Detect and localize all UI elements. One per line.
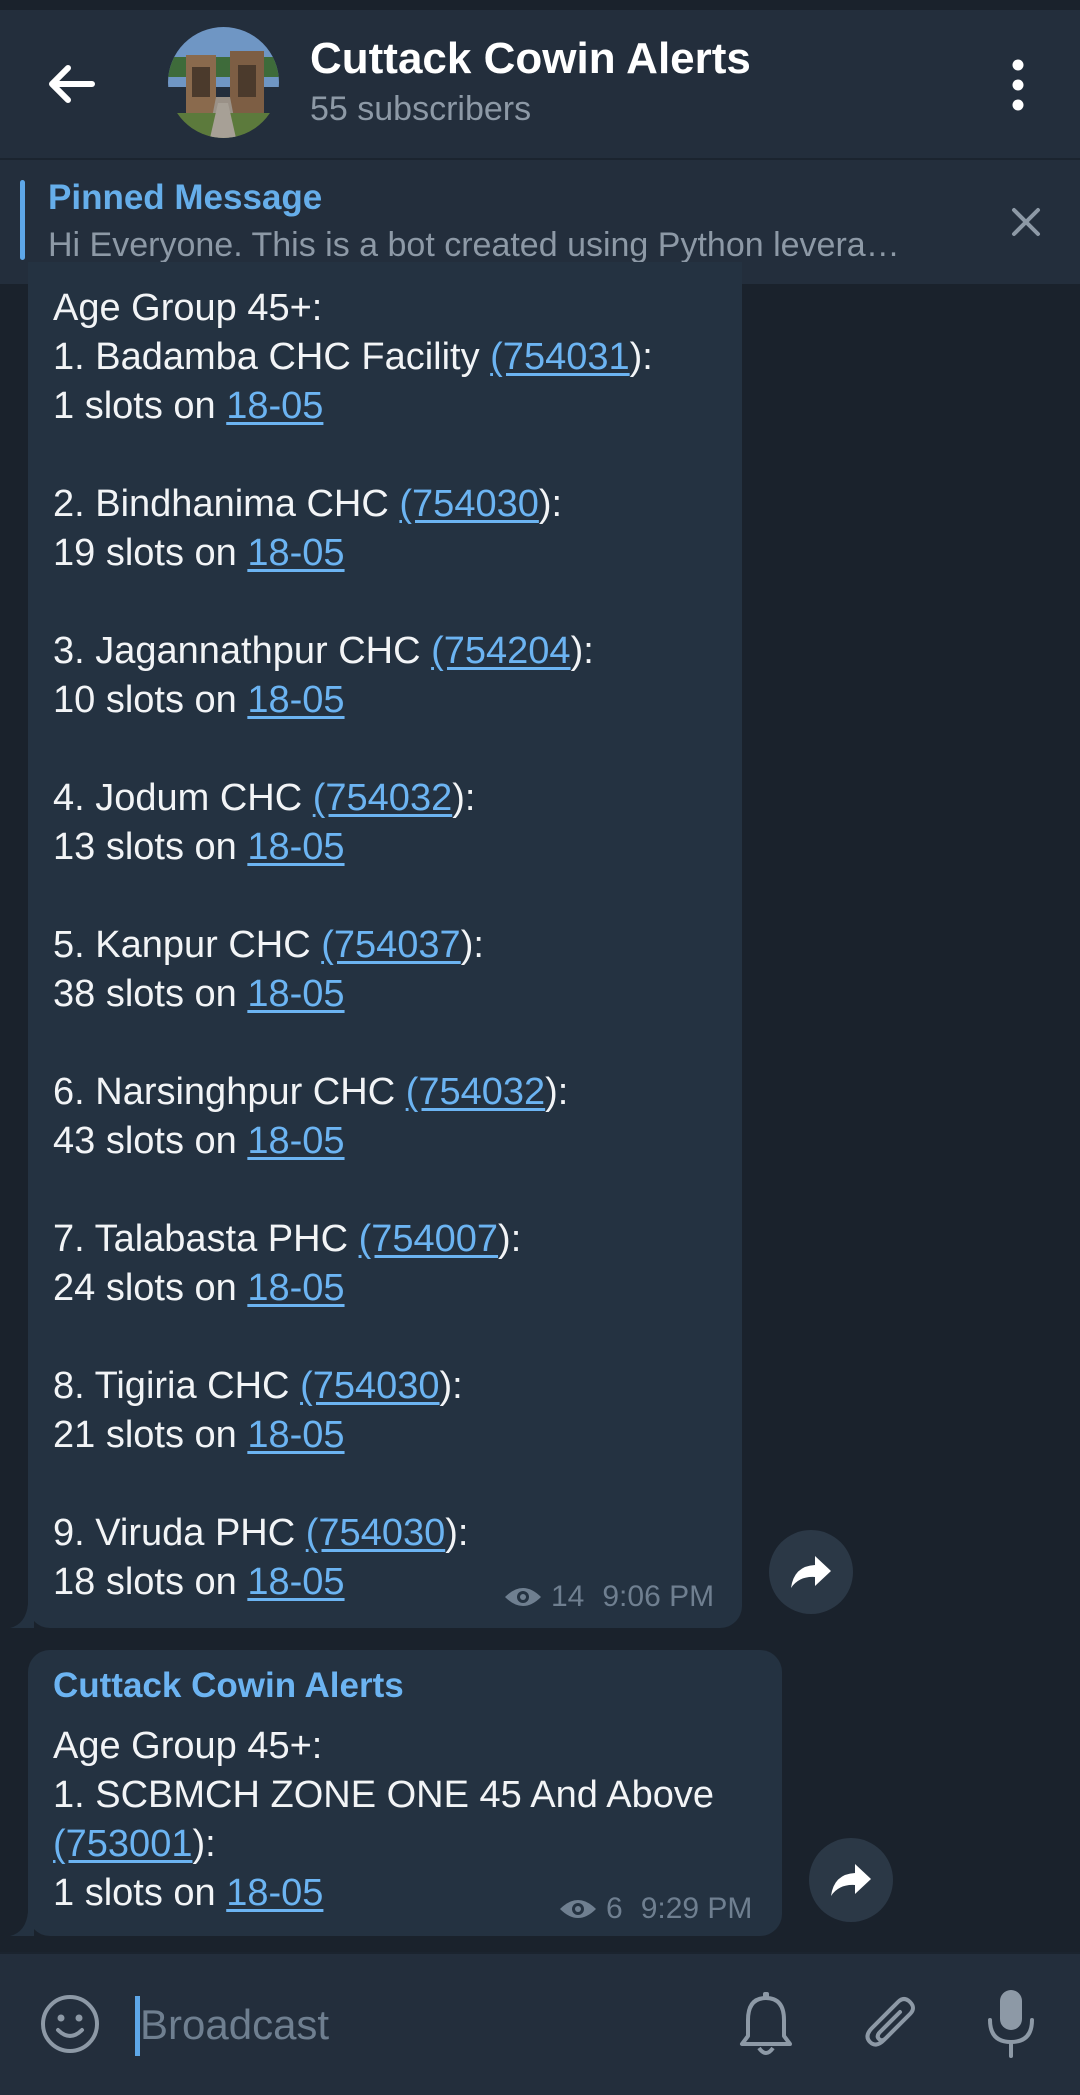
slot-entry-name: 1. Badamba CHC Facility (754031): — [53, 336, 653, 378]
date-link[interactable]: 18-05 — [247, 826, 344, 868]
slot-entry-name: 2. Bindhanima CHC (754030): — [53, 483, 563, 525]
message-time: 9:06 PM — [602, 1580, 715, 1613]
channel-title[interactable]: Cuttack Cowin Alerts — [310, 34, 751, 84]
date-link[interactable]: 18-05 — [247, 532, 344, 574]
eye-icon — [505, 1588, 541, 1606]
slot-entry-pincode-line: (753001): — [53, 1823, 216, 1865]
slot-entry-slots: 21 slots on 18-05 — [53, 1414, 345, 1456]
date-link[interactable]: 18-05 — [247, 1414, 344, 1456]
slot-entry-slots: 13 slots on 18-05 — [53, 826, 345, 868]
emoji-icon — [41, 1995, 99, 2053]
slot-entry-name: 3. Jagannathpur CHC (754204): — [53, 630, 594, 672]
close-icon — [1012, 208, 1040, 236]
slot-entry-slots: 1 slots on 18-05 — [53, 1872, 324, 1914]
slot-entry-slots: 38 slots on 18-05 — [53, 973, 345, 1015]
pincode-link[interactable]: (754032 — [313, 777, 452, 819]
message-heading: Age Group 45+: — [53, 1725, 323, 1767]
microphone-icon — [988, 1990, 1034, 2058]
slot-entry-slots: 24 slots on 18-05 — [53, 1267, 345, 1309]
view-count: 6 — [606, 1892, 623, 1925]
slot-entry-name: 9. Viruda PHC (754030): — [53, 1512, 469, 1554]
emoji-button[interactable] — [38, 1992, 102, 2056]
broadcast-input[interactable] — [138, 1990, 682, 2060]
pincode-link[interactable]: (754007 — [359, 1218, 498, 1260]
slot-entry-slots: 18 slots on 18-05 — [53, 1561, 345, 1603]
slot-entry-name: 8. Tigiria CHC (754030): — [53, 1365, 463, 1407]
slot-entry-name: 1. SCBMCH ZONE ONE 45 And Above — [53, 1774, 715, 1816]
date-link[interactable]: 18-05 — [226, 385, 323, 427]
message-sender[interactable]: Cuttack Cowin Alerts — [53, 1666, 404, 1706]
slot-entry-name: 7. Talabasta PHC (754007): — [53, 1218, 522, 1260]
chat-header: Cuttack Cowin Alerts 55 subscribers — [0, 10, 1080, 158]
microphone-button[interactable] — [984, 1986, 1038, 2062]
bell-icon — [740, 1992, 792, 2055]
pincode-link[interactable]: (754030 — [300, 1365, 439, 1407]
message-meta: 6 9:29 PM — [558, 1892, 752, 1926]
share-button[interactable] — [769, 1530, 853, 1614]
pincode-link[interactable]: (754030 — [306, 1512, 445, 1554]
pincode-link[interactable]: (754030 — [399, 483, 538, 525]
attach-button[interactable] — [858, 1988, 922, 2060]
date-link[interactable]: 18-05 — [247, 679, 344, 721]
bubble-tail — [10, 1912, 34, 1936]
pinned-close-button[interactable] — [1006, 202, 1046, 242]
message-time: 9:29 PM — [640, 1892, 753, 1925]
slot-entry-name: 4. Jodum CHC (754032): — [53, 777, 476, 819]
view-count: 14 — [551, 1580, 585, 1613]
share-button[interactable] — [809, 1838, 893, 1922]
date-link[interactable]: 18-05 — [226, 1872, 323, 1914]
pinned-indicator — [20, 180, 25, 260]
share-arrow-icon — [791, 1556, 831, 1588]
date-link[interactable]: 18-05 — [247, 973, 344, 1015]
channel-avatar[interactable] — [168, 27, 279, 138]
notifications-button[interactable] — [734, 1990, 798, 2060]
date-link[interactable]: 18-05 — [247, 1120, 344, 1162]
back-arrow-icon — [49, 65, 95, 103]
message-heading: Age Group 45+: — [53, 287, 323, 329]
share-arrow-icon — [831, 1864, 871, 1896]
slot-entry-slots: 19 slots on 18-05 — [53, 532, 345, 574]
subscriber-count: 55 subscribers — [310, 90, 532, 128]
slot-entry-slots: 1 slots on 18-05 — [53, 385, 324, 427]
back-button[interactable] — [40, 52, 104, 116]
status-bar — [0, 0, 1080, 10]
bubble-tail — [10, 1604, 34, 1628]
slot-entry-slots: 10 slots on 18-05 — [53, 679, 345, 721]
pinned-title: Pinned Message — [48, 178, 323, 217]
eye-icon — [560, 1900, 596, 1918]
pincode-link[interactable]: (754037 — [321, 924, 460, 966]
pincode-link[interactable]: (753001 — [53, 1823, 192, 1865]
slot-entry-slots: 43 slots on 18-05 — [53, 1120, 345, 1162]
more-options-button[interactable] — [1000, 55, 1036, 115]
message-meta: 14 9:06 PM — [503, 1580, 714, 1614]
pinned-text: Hi Everyone. This is a bot created using… — [48, 226, 900, 264]
more-vertical-icon — [1012, 59, 1024, 111]
slot-entry-name: 6. Narsinghpur CHC (754032): — [53, 1071, 569, 1113]
date-link[interactable]: 18-05 — [247, 1561, 344, 1603]
pincode-link[interactable]: (754032 — [406, 1071, 545, 1113]
slot-entry-name: 5. Kanpur CHC (754037): — [53, 924, 484, 966]
paperclip-icon — [865, 1997, 915, 2047]
pincode-link[interactable]: (754031 — [490, 336, 629, 378]
pincode-link[interactable]: (754204 — [431, 630, 570, 672]
composer-bar — [0, 1952, 1080, 2095]
date-link[interactable]: 18-05 — [247, 1267, 344, 1309]
